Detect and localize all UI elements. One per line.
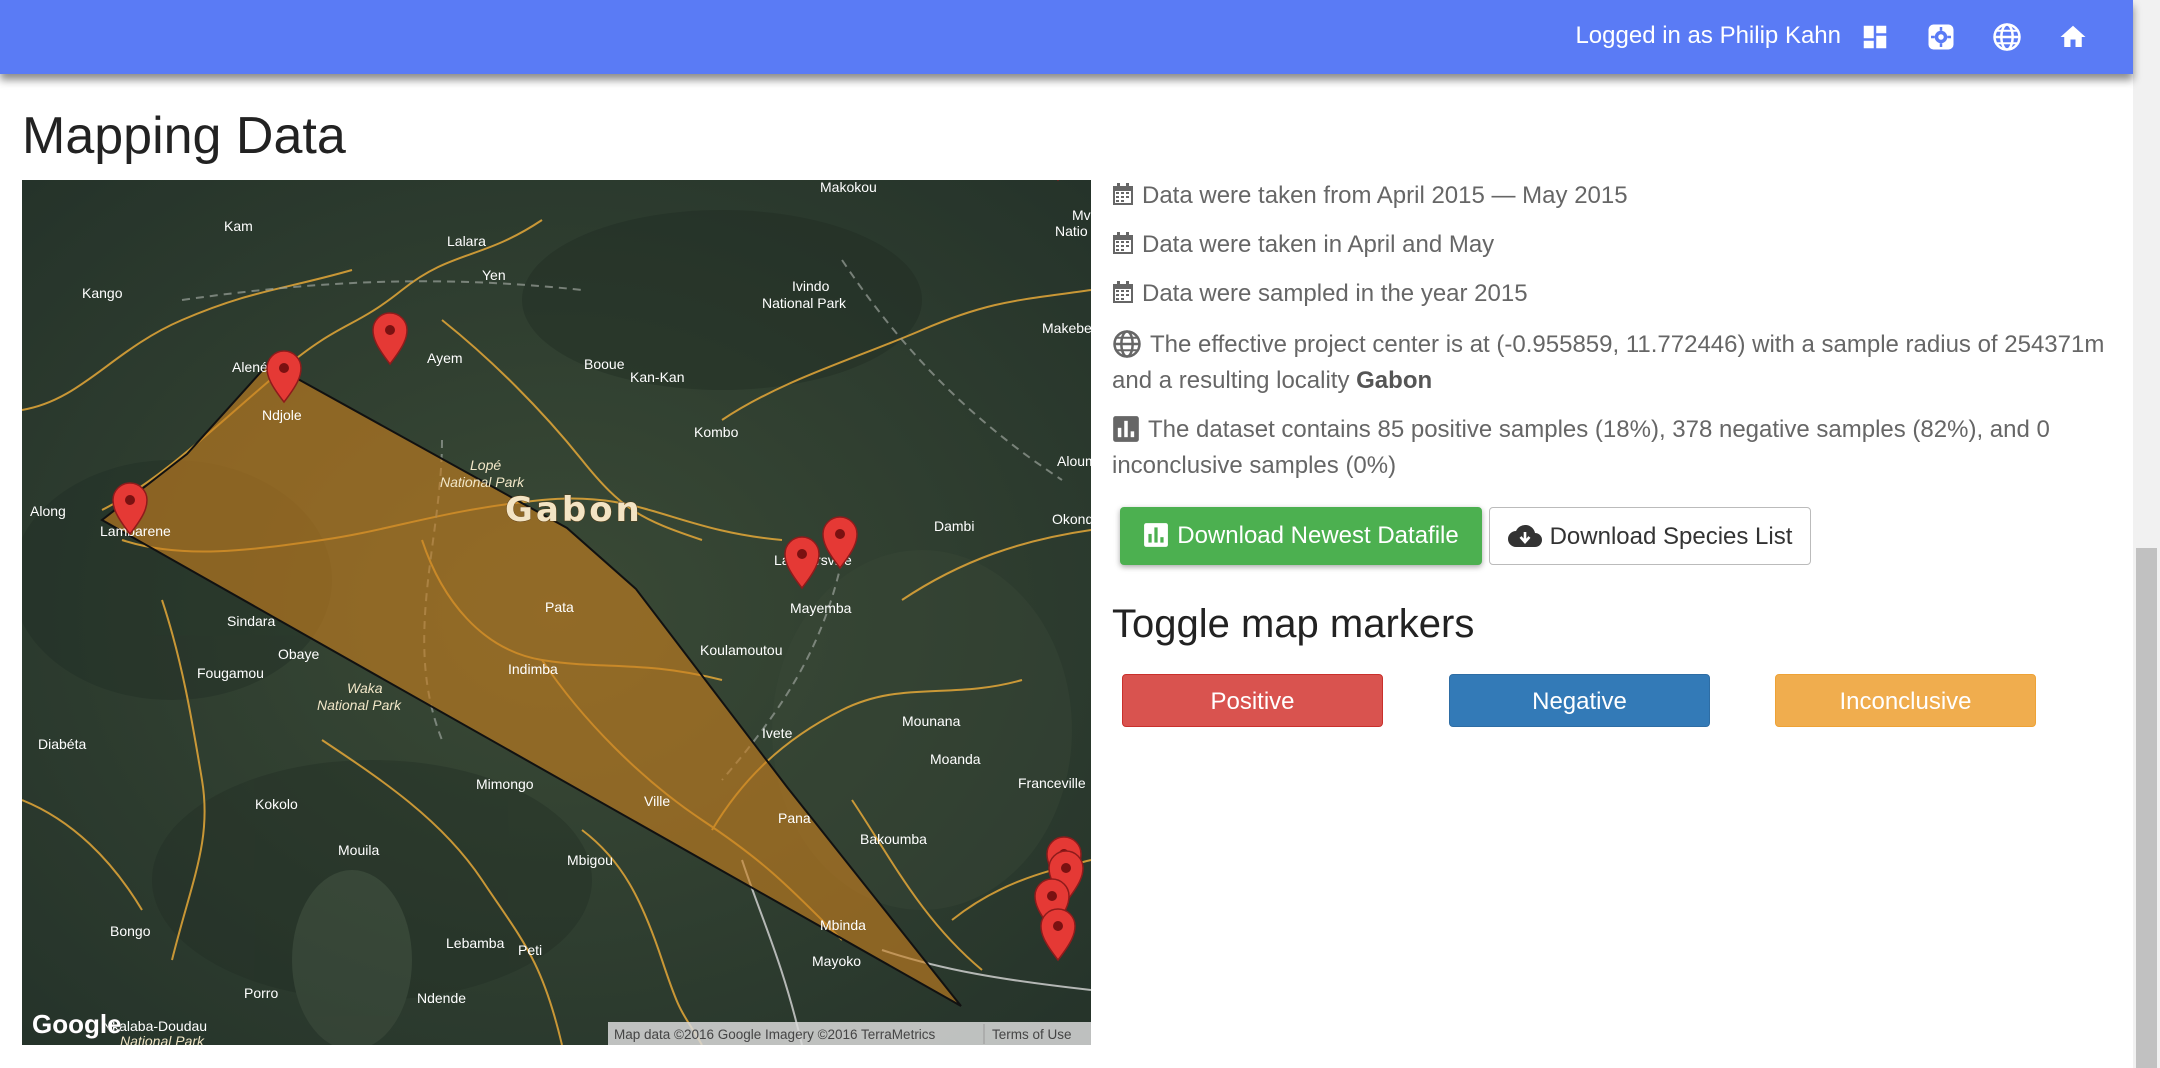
- svg-text:Makokou: Makokou: [820, 180, 877, 195]
- svg-text:Kam: Kam: [224, 218, 253, 234]
- map-attribution: Map data ©2016 Google Imagery ©2016 Terr…: [614, 1027, 936, 1042]
- svg-text:Kombo: Kombo: [694, 424, 739, 440]
- svg-text:Okond: Okond: [1052, 511, 1091, 527]
- svg-text:Yen: Yen: [482, 267, 506, 283]
- info-project-center: The effective project center is at (-0.9…: [1112, 327, 2112, 399]
- toggle-positive-button[interactable]: Positive: [1122, 674, 1383, 727]
- svg-text:Waka: Waka: [347, 680, 383, 696]
- date-range-text: Data were taken from April 2015 — May 20…: [1142, 182, 1628, 209]
- download-datafile-button[interactable]: Download Newest Datafile: [1120, 507, 1482, 565]
- svg-text:Mouila: Mouila: [338, 842, 379, 858]
- top-navbar: Logged in as Philip Kahn: [0, 0, 2133, 74]
- svg-text:Kokolo: Kokolo: [255, 796, 298, 812]
- info-date-range: Data were taken from April 2015 — May 20…: [1112, 178, 1628, 214]
- download-species-button[interactable]: Download Species List: [1489, 507, 1811, 565]
- home-icon[interactable]: [2058, 22, 2088, 52]
- bar-chart-icon: [1113, 416, 1139, 442]
- svg-text:National Park: National Park: [120, 1033, 205, 1045]
- svg-text:Aloum: Aloum: [1057, 453, 1091, 469]
- svg-text:Booue: Booue: [584, 356, 625, 372]
- svg-text:Mbinda: Mbinda: [820, 917, 866, 933]
- svg-text:Pana: Pana: [778, 810, 811, 826]
- svg-text:Mbigou: Mbigou: [567, 852, 613, 868]
- svg-text:Mayoko: Mayoko: [812, 953, 861, 969]
- settings-icon[interactable]: [1926, 22, 1956, 52]
- info-months: Data were taken in April and May: [1112, 227, 1494, 263]
- locality-name: Gabon: [1356, 367, 1433, 394]
- svg-text:Indimba: Indimba: [508, 661, 558, 677]
- svg-text:Kan-Kan: Kan-Kan: [630, 369, 684, 385]
- globe-icon[interactable]: [1992, 22, 2022, 52]
- svg-text:Ivindo: Ivindo: [792, 278, 830, 294]
- months-text: Data were taken in April and May: [1142, 231, 1495, 258]
- svg-text:Moanda: Moanda: [930, 751, 981, 767]
- svg-text:Along: Along: [30, 503, 66, 519]
- svg-text:Makebe: Makebe: [1042, 320, 1091, 336]
- svg-text:Obaye: Obaye: [278, 646, 319, 662]
- svg-text:Ivete: Ivete: [762, 725, 793, 741]
- svg-text:Ndende: Ndende: [417, 990, 466, 1006]
- download-species-label: Download Species List: [1549, 523, 1793, 550]
- info-year: Data were sampled in the year 2015: [1112, 276, 1528, 312]
- svg-text:Porro: Porro: [244, 985, 278, 1001]
- svg-text:Sindara: Sindara: [227, 613, 275, 629]
- map-view[interactable]: Makokou Kam Lalara Kango Yen Ivindo Nati…: [22, 180, 1091, 1045]
- svg-text:Lalara: Lalara: [447, 233, 486, 249]
- svg-text:Alené: Alené: [232, 359, 268, 375]
- svg-text:Fougamou: Fougamou: [197, 665, 264, 681]
- svg-text:Kango: Kango: [82, 285, 123, 301]
- svg-text:Franceville: Franceville: [1018, 775, 1086, 791]
- svg-text:National Park: National Park: [317, 697, 402, 713]
- calendar-icon: [1113, 183, 1133, 205]
- svg-text:Lopé: Lopé: [470, 457, 501, 473]
- svg-text:Peti: Peti: [518, 942, 542, 958]
- calendar-icon: [1113, 281, 1133, 303]
- svg-text:National Park: National Park: [440, 474, 525, 490]
- toggle-inconclusive-button[interactable]: Inconclusive: [1775, 674, 2036, 727]
- bar-chart-icon: [1144, 523, 1169, 547]
- terms-of-use-link: Terms of Use: [992, 1027, 1072, 1042]
- svg-text:Ville: Ville: [644, 793, 670, 809]
- region-label: Gabon: [505, 490, 643, 530]
- dataset-summary-text: The dataset contains 85 positive samples…: [1112, 416, 2050, 479]
- svg-text:Diabéta: Diabéta: [38, 736, 86, 752]
- svg-text:National Park: National Park: [762, 295, 847, 311]
- toggle-negative-button[interactable]: Negative: [1449, 674, 1710, 727]
- scrollbar-thumb[interactable]: [2136, 548, 2157, 1068]
- svg-text:Koulamoutou: Koulamoutou: [700, 642, 783, 658]
- toggle-markers-heading: Toggle map markers: [1112, 602, 1475, 646]
- svg-text:Bakoumba: Bakoumba: [860, 831, 927, 847]
- map-canvas[interactable]: Makokou Kam Lalara Kango Yen Ivindo Nati…: [22, 180, 1091, 1045]
- project-center-text: The effective project center is at (-0.9…: [1112, 331, 2105, 394]
- svg-text:Bongo: Bongo: [110, 923, 151, 939]
- svg-text:Natio: Natio: [1055, 223, 1088, 239]
- dashboard-icon[interactable]: [1860, 22, 1890, 52]
- svg-text:Lebamba: Lebamba: [446, 935, 505, 951]
- logged-in-user: Logged in as Philip Kahn: [1575, 22, 1841, 49]
- year-text: Data were sampled in the year 2015: [1142, 280, 1528, 307]
- cloud-download-icon: [1507, 524, 1542, 547]
- svg-text:Mounana: Mounana: [902, 713, 961, 729]
- svg-text:Mayemba: Mayemba: [790, 600, 852, 616]
- calendar-icon: [1113, 232, 1133, 254]
- svg-text:Ayem: Ayem: [427, 350, 463, 366]
- svg-text:Pata: Pata: [545, 599, 574, 615]
- svg-text:Mv: Mv: [1072, 207, 1091, 223]
- page-title: Mapping Data: [22, 107, 346, 165]
- info-dataset: The dataset contains 85 positive samples…: [1112, 412, 2112, 484]
- svg-text:Dambi: Dambi: [934, 518, 974, 534]
- svg-text:Mimongo: Mimongo: [476, 776, 534, 792]
- google-logo: Google: [32, 1009, 122, 1039]
- download-datafile-label: Download Newest Datafile: [1177, 522, 1459, 549]
- svg-text:Ndjole: Ndjole: [262, 407, 302, 423]
- globe-icon: [1113, 330, 1141, 358]
